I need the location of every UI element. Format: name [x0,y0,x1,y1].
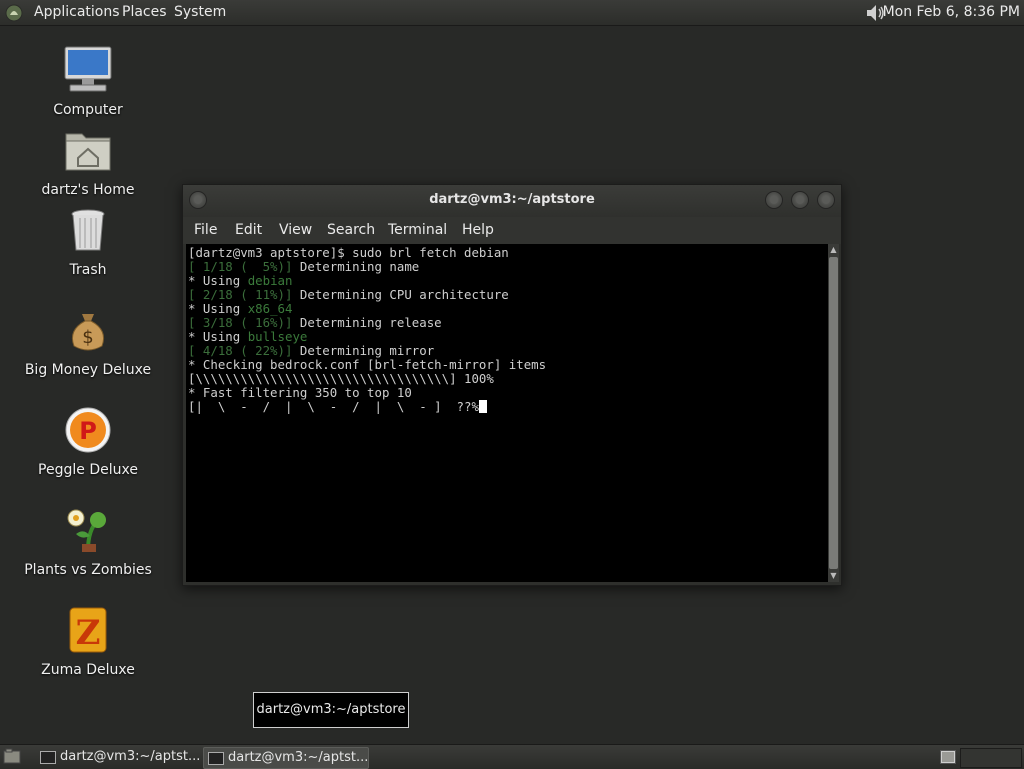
monitor-icon [64,46,112,92]
desktop-icon-label: dartz's Home [41,182,135,198]
maximize-button[interactable] [791,191,809,209]
terminal-text: [\\\\\\\\\\\\\\\\\\\\\\\\\\\\\\\\\\] 100… [188,371,494,386]
desktop-icon-label: Big Money Deluxe [24,362,152,378]
desktop-icon-zuma[interactable]: Z Zuma Deluxe [18,604,158,678]
terminal-text: * Using [188,329,248,344]
terminal-line: * Using bullseye [188,330,307,344]
menu-system[interactable]: System [174,0,226,25]
home-folder-icon [65,133,111,171]
desktop-icon-label: Plants vs Zombies [24,562,152,578]
desktop-icon-trash[interactable]: Trash [18,204,158,278]
plants-icon [67,509,106,552]
minimize-button[interactable] [765,191,783,209]
terminal-text: [dartz@vm3 aptstore]$ sudo brl fetch deb… [188,245,509,260]
window-titlebar[interactable]: dartz@vm3:~/aptstore [183,185,841,217]
terminal-line: [ 4/18 ( 22%)] Determining mirror [188,344,434,358]
terminal-scrollbar[interactable]: ▲ ▼ [828,244,839,582]
terminal-text: [| \ - / | \ - / | \ - ] ??% [188,399,479,414]
scroll-down-arrow-icon[interactable]: ▼ [828,570,839,582]
menu-places[interactable]: Places [122,0,167,25]
taskbar-tooltip: dartz@vm3:~/aptstore [253,692,409,728]
terminal-line: [\\\\\\\\\\\\\\\\\\\\\\\\\\\\\\\\\\] 100… [188,372,494,386]
desktop-icon-peggle[interactable]: P Peggle Deluxe [18,404,158,478]
terminal-line: * Using debian [188,274,292,288]
zuma-icon: Z [69,607,107,653]
terminal-text: x86_64 [247,301,293,316]
menu-applications[interactable]: Applications [34,0,120,25]
clock[interactable]: Mon Feb 6, 8:36 PM [883,0,1020,25]
terminal-text: * Checking bedrock.conf [brl-fetch-mirro… [188,357,547,372]
desktop-icon-label: Zuma Deluxe [41,662,135,678]
taskbar-item-label: dartz@vm3:~/aptst... [60,749,201,764]
scroll-up-arrow-icon[interactable]: ▲ [828,244,839,256]
workspace-switcher-area[interactable] [960,748,1022,768]
svg-text:$: $ [82,327,93,348]
workspace-switcher-icon[interactable] [940,750,956,764]
svg-text:P: P [79,417,97,445]
terminal-line: [| \ - / | \ - / | \ - ] ??% [188,400,487,414]
scrollbar-thumb[interactable] [829,257,838,569]
terminal-text: Determining release [292,315,442,330]
terminal-text: * Using [188,301,248,316]
terminal-line: [ 3/18 ( 16%)] Determining release [188,316,442,330]
terminal-icon [208,752,224,765]
window-title: dartz@vm3:~/aptstore [429,192,595,207]
gnome-foot-icon[interactable] [4,3,24,23]
menu-view[interactable]: View [279,222,312,238]
taskbar-item-terminal-active[interactable]: dartz@vm3:~/aptst... [203,747,369,769]
terminal-line: [dartz@vm3 aptstore]$ sudo brl fetch deb… [188,246,509,260]
top-panel: Applications Places System Mon Feb 6, 8:… [0,0,1024,26]
terminal-text: * Fast filtering 350 to top 10 [188,385,412,400]
desktop-icon-label: Trash [69,262,107,278]
trash-icon [71,209,105,251]
money-bag-icon: $ [71,314,105,351]
desktop-icon-label: Peggle Deluxe [38,462,138,478]
terminal-line: * Using x86_64 [188,302,292,316]
desktop-icon-label: Computer [53,102,123,118]
terminal-line: * Fast filtering 350 to top 10 [188,386,412,400]
terminal-menubar: File Edit View Search Terminal Help [183,217,841,244]
desktop-icon-big-money[interactable]: $ Big Money Deluxe [18,304,158,378]
menu-file[interactable]: File [194,222,217,238]
terminal-icon [40,751,56,764]
terminal-text: bullseye [247,329,308,344]
close-button[interactable] [817,191,835,209]
terminal-output[interactable]: [dartz@vm3 aptstore]$ sudo brl fetch deb… [186,244,828,582]
terminal-text: debian [247,273,293,288]
terminal-text: Determining name [292,259,420,274]
terminal-text: Determining mirror [292,343,435,358]
menu-terminal[interactable]: Terminal [388,222,447,238]
terminal-text: [ 4/18 ( 22%)] [188,343,293,358]
terminal-text: Determining CPU architecture [292,287,509,302]
menu-help[interactable]: Help [462,222,494,238]
desktop-icon-plants-zombies[interactable]: Plants vs Zombies [18,504,158,578]
menu-edit[interactable]: Edit [235,222,262,238]
terminal-text: [ 1/18 ( 5%)] [188,259,293,274]
terminal-line: [ 2/18 ( 11%)] Determining CPU architect… [188,288,509,302]
terminal-text: [ 3/18 ( 16%)] [188,315,293,330]
taskbar-item-terminal[interactable]: dartz@vm3:~/aptst... [36,747,200,767]
menu-search[interactable]: Search [327,222,375,238]
terminal-window[interactable]: dartz@vm3:~/aptstore File Edit View Sear… [182,184,842,586]
peggle-icon: P [65,407,111,453]
terminal-cursor [478,400,487,413]
desktop-icon-computer[interactable]: Computer [18,44,158,118]
show-desktop-icon[interactable] [3,748,21,765]
terminal-line: * Checking bedrock.conf [brl-fetch-mirro… [188,358,546,372]
svg-text:Z: Z [76,613,101,653]
terminal-text: * Using [188,273,248,288]
taskbar-item-label: dartz@vm3:~/aptst... [228,750,369,765]
desktop-icon-home[interactable]: dartz's Home [18,124,158,198]
bottom-panel: dartz@vm3:~/aptst... dartz@vm3:~/aptst..… [0,744,1024,769]
terminal-text: [ 2/18 ( 11%)] [188,287,293,302]
terminal-line: [ 1/18 ( 5%)] Determining name [188,260,419,274]
